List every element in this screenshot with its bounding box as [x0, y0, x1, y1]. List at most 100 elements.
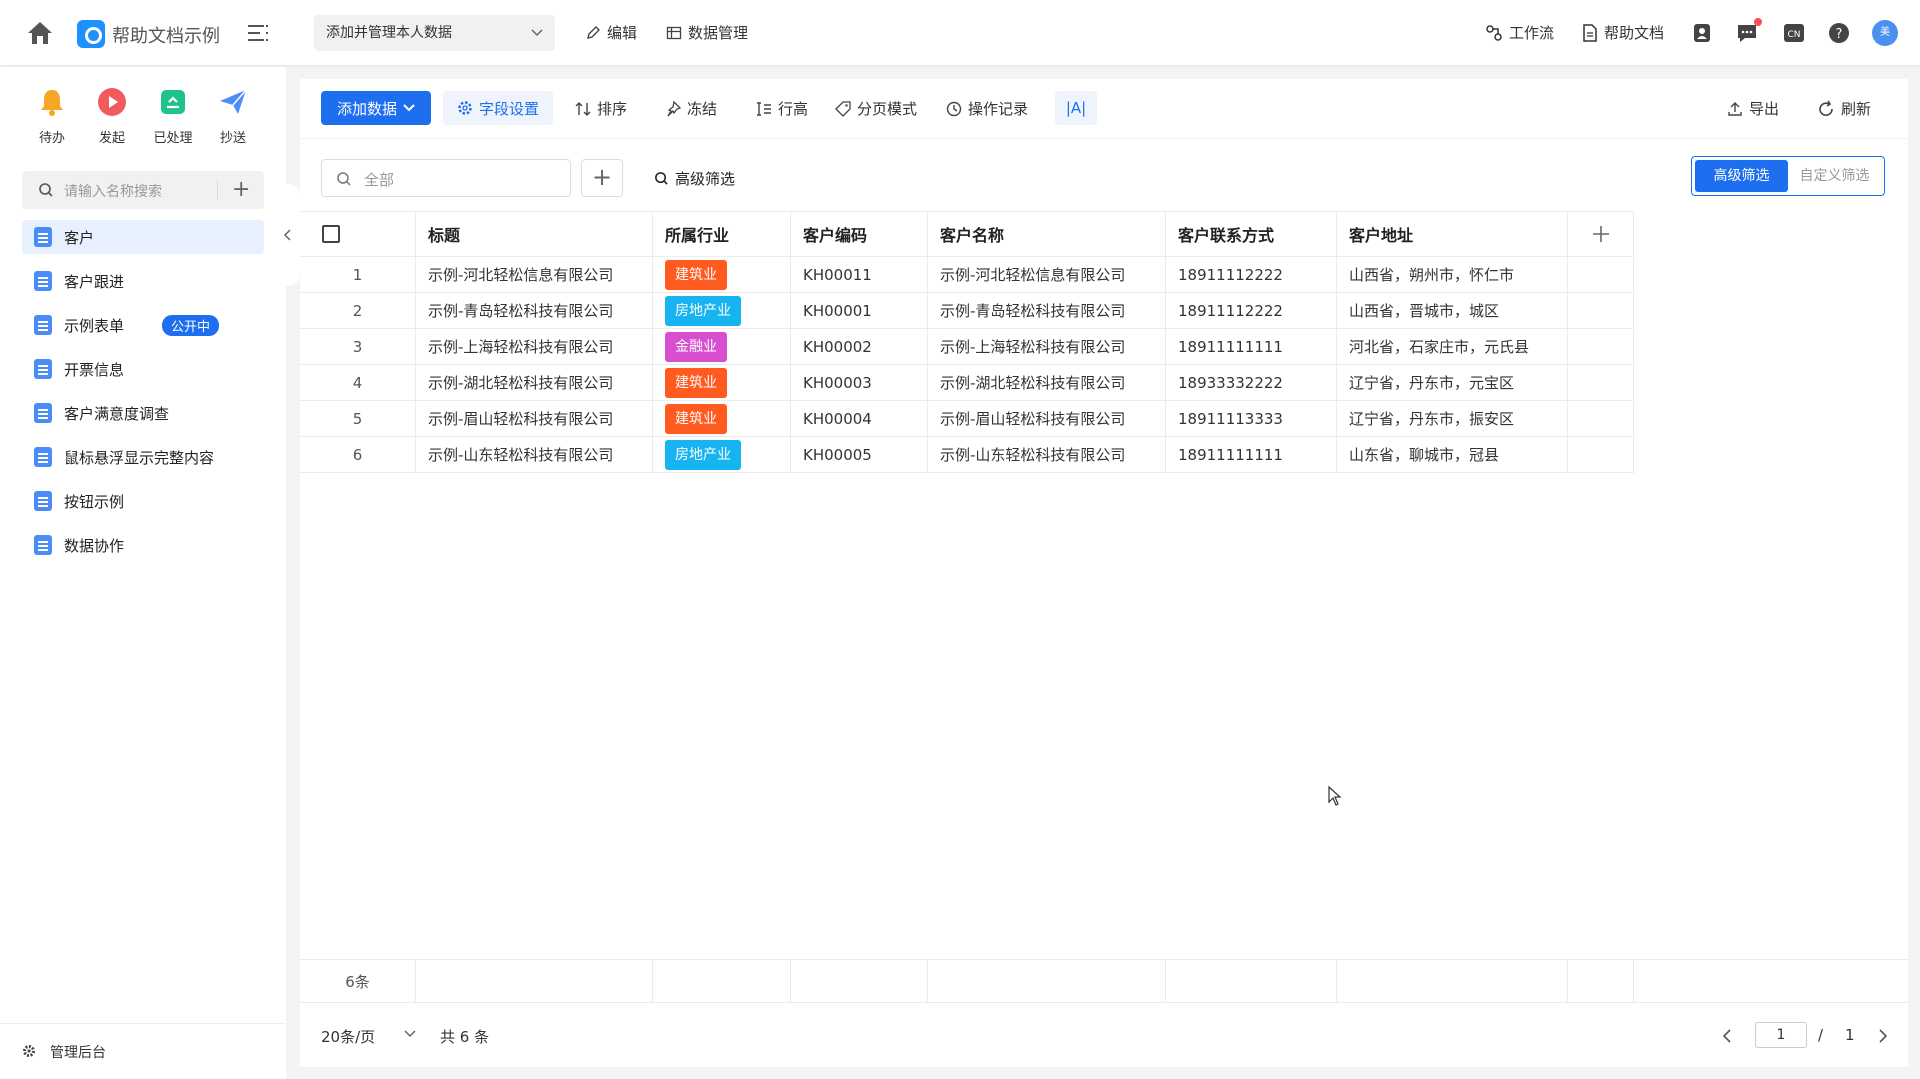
add-column-button[interactable]	[1568, 212, 1634, 256]
font-size-toggle[interactable]: |A|	[1055, 91, 1097, 125]
column-header[interactable]: 所属行业	[653, 212, 791, 256]
avatar[interactable]: 美	[1872, 20, 1898, 46]
row-count: 6条	[300, 960, 416, 1002]
sidebar-item-hover-full-content[interactable]: 鼠标悬浮显示完整内容	[22, 440, 264, 474]
chevron-right-icon[interactable]	[1878, 1029, 1888, 1043]
table-row[interactable]: 2 示例-青岛轻松科技有限公司 房地产业 KH00001 示例-青岛轻松科技有限公司 18…	[300, 293, 1634, 329]
refresh-button[interactable]: 刷新	[1817, 98, 1871, 119]
table-row[interactable]: 5 示例-眉山轻松科技有限公司 建筑业 KH00004 示例-眉山轻松科技有限公司 189…	[300, 401, 1634, 437]
field-settings-button[interactable]: 字段设置	[443, 91, 553, 125]
pagination-mode-button[interactable]: 分页模式	[835, 98, 917, 119]
cell-name: 示例-河北轻松信息有限公司	[928, 257, 1166, 292]
add-data-label: 添加数据	[336, 99, 397, 118]
sidebar-item-customer[interactable]: 客户	[22, 220, 264, 254]
column-header[interactable]: 客户编码	[791, 212, 928, 256]
summary-cell	[928, 960, 1166, 1002]
cell-industry: 金融业	[653, 329, 791, 364]
quick-action-initiate[interactable]: 发起	[82, 87, 142, 146]
admin-backend-link[interactable]: 管理后台	[0, 1023, 286, 1079]
form-icon	[34, 535, 52, 555]
sidebar-search[interactable]: 请输入名称搜索 +	[22, 171, 264, 209]
svg-text:CN: CN	[1787, 30, 1800, 40]
chevron-down-icon[interactable]	[404, 1029, 416, 1039]
sidebar-item-label: 客户跟进	[64, 272, 125, 291]
sidebar-item-label: 数据协作	[64, 536, 125, 555]
table-search-input[interactable]: 全部	[321, 159, 571, 197]
export-button[interactable]: 导出	[1727, 98, 1779, 119]
help-icon[interactable]: ?	[1827, 21, 1851, 45]
field-settings-label: 字段设置	[478, 99, 539, 118]
send-icon	[220, 89, 247, 114]
workflow-label: 工作流	[1509, 24, 1555, 42]
cell-phone: 18911111111	[1166, 437, 1337, 472]
cell-name: 示例-眉山轻松科技有限公司	[928, 401, 1166, 436]
sort-label: 排序	[597, 100, 628, 118]
language-icon[interactable]: CN	[1782, 21, 1806, 45]
workflow-button[interactable]: 工作流	[1485, 22, 1554, 43]
contacts-icon[interactable]	[1690, 21, 1714, 45]
add-filter-button[interactable]: +	[581, 159, 623, 197]
column-header[interactable]: 客户联系方式	[1166, 212, 1337, 256]
cell-title: 示例-山东轻松科技有限公司	[416, 437, 653, 472]
quick-action-label: 已处理	[153, 131, 193, 146]
table-row[interactable]: 4 示例-湖北轻松科技有限公司 建筑业 KH00003 示例-湖北轻松科技有限公司 189…	[300, 365, 1634, 401]
add-form-button[interactable]: +	[232, 179, 250, 201]
advanced-filter-link[interactable]: 高级筛选	[654, 168, 735, 189]
scope-select[interactable]: 添加并管理本人数据	[314, 15, 555, 51]
edit-button[interactable]: 编辑	[585, 22, 637, 43]
data-management-button[interactable]: 数据管理	[666, 22, 748, 43]
sidebar-item-satisfaction-survey[interactable]: 客户满意度调查	[22, 396, 264, 430]
menu-toggle-icon[interactable]	[248, 24, 270, 42]
sidebar-collapse-button[interactable]	[278, 184, 300, 286]
quick-action-cc[interactable]: 抄送	[203, 87, 263, 146]
cell-address: 山东省，聊城市，冠县	[1337, 437, 1568, 472]
industry-tag: 金融业	[665, 331, 727, 362]
cell-code: KH00002	[791, 329, 928, 364]
form-icon	[34, 315, 52, 335]
sidebar-item-sample-form[interactable]: 示例表单 公开中	[22, 308, 264, 342]
cell-address: 辽宁省，丹东市，振安区	[1337, 401, 1568, 436]
cell-no: 5	[300, 401, 416, 436]
home-icon[interactable]	[26, 20, 54, 46]
chevron-left-icon[interactable]	[1722, 1029, 1732, 1043]
table-row[interactable]: 3 示例-上海轻松科技有限公司 金融业 KH00002 示例-上海轻松科技有限公司 189…	[300, 329, 1634, 365]
svg-text:?: ?	[1836, 27, 1843, 42]
table-row[interactable]: 1 示例-河北轻松信息有限公司 建筑业 KH00011 示例-河北轻松信息有限公司 189…	[300, 257, 1634, 293]
cell-title: 示例-眉山轻松科技有限公司	[416, 401, 653, 436]
refresh-label: 刷新	[1841, 100, 1872, 118]
sidebar-item-customer-followup[interactable]: 客户跟进	[22, 264, 264, 298]
cell-code: KH00001	[791, 293, 928, 328]
cell-code: KH00011	[791, 257, 928, 292]
sidebar-item-invoice[interactable]: 开票信息	[22, 352, 264, 386]
quick-action-todo[interactable]: 待办	[22, 87, 82, 146]
row-height-button[interactable]: 行高	[756, 98, 808, 119]
cell-empty	[1568, 401, 1634, 436]
page-input[interactable]: 1	[1755, 1022, 1807, 1048]
advanced-filter-tab[interactable]: 高级筛选	[1695, 160, 1788, 192]
freeze-button[interactable]: 冻结	[665, 98, 717, 119]
table-row[interactable]: 6 示例-山东轻松科技有限公司 房地产业 KH00005 示例-山东轻松科技有限公司 18…	[300, 437, 1634, 473]
app-title: 帮助文档示例	[112, 26, 220, 47]
quick-action-processed[interactable]: 已处理	[143, 87, 203, 146]
advanced-filter-label: 高级筛选	[675, 170, 736, 188]
add-data-button[interactable]: 添加数据	[321, 91, 431, 125]
cell-code: KH00004	[791, 401, 928, 436]
page-size-select[interactable]: 20条/页	[321, 1026, 375, 1047]
sidebar-item-data-collaboration[interactable]: 数据协作	[22, 528, 264, 562]
operation-log-button[interactable]: 操作记录	[946, 98, 1028, 119]
select-all-checkbox[interactable]	[322, 225, 340, 243]
column-header[interactable]: 标题	[416, 212, 653, 256]
cell-no: 6	[300, 437, 416, 472]
sidebar-item-button-example[interactable]: 按钮示例	[22, 484, 264, 518]
column-header[interactable]: 客户名称	[928, 212, 1166, 256]
cell-address: 山西省，晋城市，城区	[1337, 293, 1568, 328]
help-doc-button[interactable]: 帮助文档	[1582, 22, 1664, 43]
quick-action-label: 发起	[98, 131, 125, 146]
column-header[interactable]: 客户地址	[1337, 212, 1568, 256]
document-icon	[1583, 23, 1597, 42]
custom-filter-tab[interactable]: 自定义筛选	[1788, 160, 1881, 192]
sort-button[interactable]: 排序	[575, 98, 627, 119]
pin-icon	[667, 100, 681, 116]
bell-icon	[41, 90, 63, 116]
data-management-label: 数据管理	[688, 24, 749, 42]
